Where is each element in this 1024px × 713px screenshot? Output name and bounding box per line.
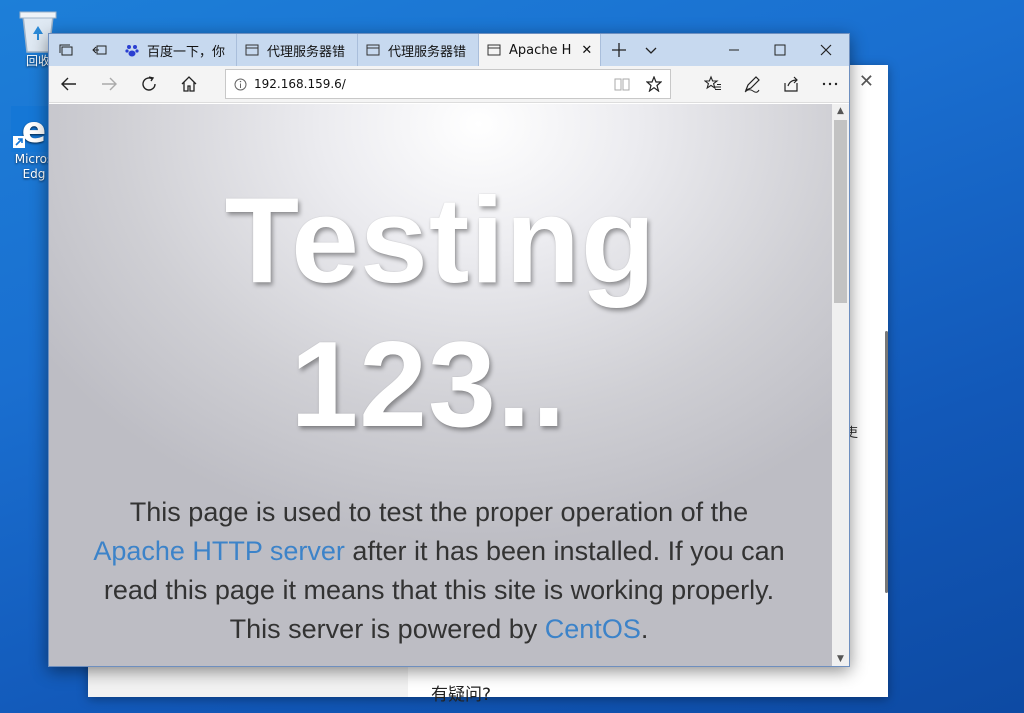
more-button[interactable] xyxy=(810,66,849,102)
arrow-left-icon xyxy=(61,77,76,91)
reading-view-button[interactable] xyxy=(606,76,638,92)
share-button[interactable] xyxy=(771,66,810,102)
tab-title: 百度一下，你 xyxy=(147,44,226,60)
star-icon xyxy=(646,76,662,92)
background-window-question: 有疑问? xyxy=(431,685,492,705)
page-lead-text: This page is used to test the proper ope… xyxy=(89,493,789,649)
page-heading-line2: 123.. xyxy=(290,316,567,452)
new-tab-button[interactable] xyxy=(601,34,637,66)
svg-text:e: e xyxy=(22,110,46,151)
tab-list-button[interactable] xyxy=(637,34,665,66)
book-icon xyxy=(614,78,630,91)
forward-button[interactable] xyxy=(89,66,129,102)
refresh-icon xyxy=(142,76,156,91)
page-content: Testing 123.. This page is used to test … xyxy=(49,104,832,666)
tab-title: 代理服务器错 xyxy=(388,44,467,60)
tab-apache[interactable]: Apache H ✕ xyxy=(479,34,601,66)
page-heading-line1: Testing xyxy=(224,172,657,308)
close-button[interactable] xyxy=(803,34,849,66)
close-icon xyxy=(820,44,832,56)
favorites-list-icon xyxy=(703,75,721,90)
lead-part1: This page is used to test the proper ope… xyxy=(129,497,749,527)
tab-title: Apache H xyxy=(509,42,572,58)
vertical-scrollbar[interactable]: ▲ ▼ xyxy=(832,104,849,666)
navigation-toolbar: 192.168.159.6/ xyxy=(49,66,849,103)
maximize-icon xyxy=(774,44,786,56)
set-aside-icon xyxy=(92,45,107,55)
tab-preview-button[interactable] xyxy=(49,34,83,66)
scrollbar-thumb[interactable] xyxy=(834,120,847,303)
tab-proxy-error-2[interactable]: 代理服务器错 xyxy=(358,34,479,66)
edge-browser-window: 百度一下，你 代理服务器错 代理服务器错 Apache H ✕ 192.168.… xyxy=(48,33,850,667)
background-window-scrollbar[interactable] xyxy=(885,331,888,593)
page-icon xyxy=(245,43,259,57)
lead-part3: . xyxy=(640,614,649,644)
scroll-up-icon[interactable]: ▲ xyxy=(832,106,849,116)
minimize-icon xyxy=(729,49,739,51)
maximize-button[interactable] xyxy=(757,34,803,66)
tab-close-icon[interactable]: ✕ xyxy=(581,43,592,58)
chevron-down-icon xyxy=(645,47,657,54)
address-url: 192.168.159.6/ xyxy=(254,77,346,91)
ellipsis-icon xyxy=(822,82,837,86)
title-bar: 百度一下，你 代理服务器错 代理服务器错 Apache H ✕ xyxy=(49,34,849,66)
plus-icon xyxy=(612,43,626,57)
add-notes-button[interactable] xyxy=(732,66,771,102)
page-icon xyxy=(487,43,501,57)
scroll-down-icon[interactable]: ▼ xyxy=(832,654,849,664)
arrow-right-icon xyxy=(102,77,117,91)
home-icon xyxy=(181,76,197,92)
pen-icon xyxy=(744,76,760,93)
tab-title: 代理服务器错 xyxy=(267,44,346,60)
tab-baidu[interactable]: 百度一下，你 xyxy=(117,34,237,66)
info-icon[interactable] xyxy=(226,78,254,91)
apache-link[interactable]: Apache HTTP server xyxy=(93,536,345,566)
favorites-hub-button[interactable] xyxy=(693,66,732,102)
minimize-button[interactable] xyxy=(711,34,757,66)
tabs-aside-icon xyxy=(59,44,73,56)
centos-link[interactable]: CentOS xyxy=(545,614,641,644)
home-button[interactable] xyxy=(169,66,209,102)
refresh-button[interactable] xyxy=(129,66,169,102)
page-icon xyxy=(366,43,380,57)
back-button[interactable] xyxy=(49,66,89,102)
tab-proxy-error-1[interactable]: 代理服务器错 xyxy=(237,34,358,66)
share-icon xyxy=(783,76,798,92)
address-bar[interactable]: 192.168.159.6/ xyxy=(225,69,671,99)
baidu-paw-icon xyxy=(125,43,139,57)
favorite-button[interactable] xyxy=(638,76,670,92)
set-tabs-aside-button[interactable] xyxy=(83,34,117,66)
background-window-close-icon[interactable]: ✕ xyxy=(859,71,874,92)
